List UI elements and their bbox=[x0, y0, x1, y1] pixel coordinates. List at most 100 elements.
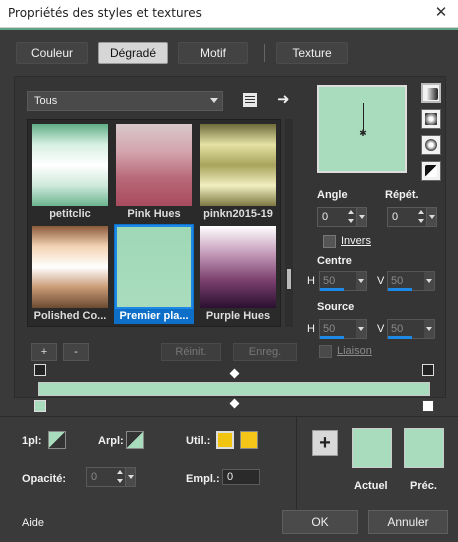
color-stop-right[interactable] bbox=[422, 400, 434, 412]
center-v-field[interactable]: 50 bbox=[387, 271, 435, 291]
panel-separator bbox=[296, 416, 297, 510]
location-label: Empl.: bbox=[186, 473, 220, 485]
reset-button[interactable]: Réinit. bbox=[161, 343, 221, 361]
chevron-down-icon bbox=[210, 98, 218, 103]
util-color-swatch-2[interactable] bbox=[240, 431, 258, 449]
opacity-value: 0 bbox=[91, 471, 98, 483]
background-plan-swatch[interactable] bbox=[126, 431, 144, 449]
source-v-value: 50 bbox=[391, 323, 404, 335]
tab-bar: Couleur Dégradé Motif Texture bbox=[0, 30, 458, 76]
center-v-label: V bbox=[377, 275, 385, 287]
sunburst-gradient-icon bbox=[425, 165, 437, 177]
arrow-up-icon[interactable] bbox=[418, 210, 424, 214]
invert-checkbox[interactable] bbox=[323, 235, 336, 248]
source-v-field[interactable]: 50 bbox=[387, 319, 435, 339]
tab-texture[interactable]: Texture bbox=[276, 42, 348, 64]
center-h-field[interactable]: 50 bbox=[319, 271, 367, 291]
title-bar: Propriétés des styles et textures ✕ bbox=[0, 0, 458, 28]
tab-degrade[interactable]: Dégradé bbox=[98, 42, 168, 64]
center-label: Centre bbox=[317, 255, 352, 267]
gradient-item[interactable]: Pink Hues bbox=[114, 122, 194, 222]
source-label: Source bbox=[317, 301, 355, 313]
gradient-item[interactable]: pinkn2015-19 bbox=[198, 122, 278, 222]
arrow-down-icon[interactable] bbox=[117, 479, 123, 483]
chevron-down-icon[interactable] bbox=[424, 320, 434, 338]
color-midpoint[interactable] bbox=[229, 398, 240, 409]
arrow-down-icon[interactable] bbox=[418, 219, 424, 223]
chevron-down-icon[interactable] bbox=[424, 272, 434, 290]
invert-label: Invers bbox=[341, 235, 371, 247]
source-v-slider[interactable] bbox=[388, 336, 412, 339]
rectangular-style-button[interactable] bbox=[421, 109, 441, 129]
radial-style-button[interactable] bbox=[421, 135, 441, 155]
gradient-grid: petitclic Pink Hues pinkn2015-19 Polishe… bbox=[27, 119, 281, 327]
chevron-down-icon[interactable] bbox=[356, 320, 366, 338]
source-h-label: H bbox=[307, 323, 315, 335]
help-link[interactable]: Aide bbox=[22, 517, 44, 529]
link-checkbox[interactable] bbox=[319, 345, 332, 358]
source-h-field[interactable]: 50 bbox=[319, 319, 367, 339]
previous-color-swatch[interactable] bbox=[404, 428, 444, 468]
transparency-stop-right[interactable] bbox=[422, 364, 434, 376]
list-view-icon[interactable] bbox=[243, 93, 257, 107]
category-dropdown[interactable]: Tous bbox=[27, 91, 223, 111]
angle-stepper[interactable]: 0 bbox=[317, 207, 367, 227]
chevron-down-icon[interactable] bbox=[356, 208, 366, 226]
center-h-slider[interactable] bbox=[320, 288, 344, 291]
first-plan-swatch[interactable] bbox=[48, 431, 66, 449]
add-gradient-button[interactable]: + bbox=[31, 343, 57, 361]
dialog-footer: Aide OK Annuler bbox=[0, 510, 458, 542]
linear-style-button[interactable] bbox=[421, 83, 441, 103]
link-label: Liaison bbox=[337, 345, 372, 357]
cancel-button[interactable]: Annuler bbox=[368, 510, 448, 534]
arrow-right-icon[interactable]: ➜ bbox=[277, 90, 290, 108]
util-color-swatch-1[interactable] bbox=[216, 431, 234, 449]
current-color-swatch[interactable] bbox=[352, 428, 392, 468]
gradient-item[interactable]: petitclic bbox=[30, 122, 110, 222]
location-field[interactable]: 0 bbox=[222, 469, 260, 485]
gradient-editor bbox=[28, 362, 434, 412]
gradient-item-selected[interactable]: Premier pla... bbox=[114, 224, 194, 324]
arrow-up-icon[interactable] bbox=[117, 470, 123, 474]
chevron-down-icon[interactable] bbox=[426, 208, 436, 226]
transparency-midpoint[interactable] bbox=[229, 368, 240, 379]
gradient-swatch bbox=[116, 124, 192, 206]
location-value: 0 bbox=[227, 471, 234, 483]
gradient-item[interactable]: Polished Co... bbox=[30, 224, 110, 324]
gradient-preview[interactable]: ✱ bbox=[317, 85, 407, 173]
gradient-panel: Tous ➜ petitclic Pink Hues pinkn2015-19 … bbox=[14, 76, 446, 398]
chevron-down-icon[interactable] bbox=[356, 272, 366, 290]
gradient-item[interactable]: Purple Hues bbox=[198, 224, 278, 324]
sunburst-style-button[interactable] bbox=[421, 161, 441, 181]
previous-label: Préc. bbox=[410, 480, 437, 492]
grid-scrollbar[interactable] bbox=[285, 119, 293, 327]
save-gradient-button[interactable]: Enreg. bbox=[233, 343, 297, 361]
remove-gradient-button[interactable]: - bbox=[63, 343, 89, 361]
arrow-down-icon[interactable] bbox=[348, 219, 354, 223]
arrow-up-icon[interactable] bbox=[348, 210, 354, 214]
gradient-bar[interactable] bbox=[38, 382, 430, 396]
add-to-swatches-button[interactable]: + bbox=[312, 430, 338, 456]
tab-couleur[interactable]: Couleur bbox=[16, 42, 88, 64]
source-v-label: V bbox=[377, 323, 385, 335]
center-h-label: H bbox=[307, 275, 315, 287]
center-v-value: 50 bbox=[391, 275, 404, 287]
tab-motif[interactable]: Motif bbox=[178, 42, 248, 64]
opacity-stepper[interactable]: 0 bbox=[86, 467, 136, 487]
repeat-stepper[interactable]: 0 bbox=[387, 207, 437, 227]
color-stop-left[interactable] bbox=[34, 400, 46, 412]
chevron-down-icon[interactable] bbox=[125, 468, 135, 486]
linear-gradient-icon bbox=[426, 88, 438, 100]
close-icon[interactable]: ✕ bbox=[430, 3, 452, 23]
ok-button[interactable]: OK bbox=[282, 510, 358, 534]
transparency-stop-left[interactable] bbox=[34, 364, 46, 376]
gradient-name: Purple Hues bbox=[205, 310, 271, 322]
gradient-swatch bbox=[32, 226, 108, 308]
scrollbar-thumb[interactable] bbox=[287, 269, 291, 289]
gradient-swatch bbox=[200, 124, 276, 206]
center-v-slider[interactable] bbox=[388, 288, 412, 291]
radial-gradient-icon bbox=[425, 139, 437, 151]
source-h-slider[interactable] bbox=[320, 336, 344, 339]
tab-separator bbox=[264, 44, 265, 62]
angle-label: Angle bbox=[317, 189, 348, 201]
